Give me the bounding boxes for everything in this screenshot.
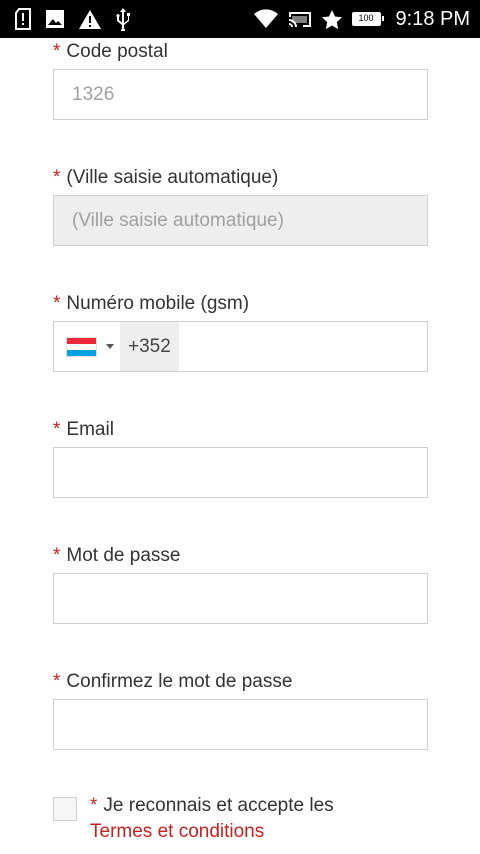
confirm-password-label: * Confirmez le mot de passe xyxy=(53,670,428,694)
confirm-password-label-text: Confirmez le mot de passe xyxy=(66,671,293,692)
required-marker: * xyxy=(53,167,61,188)
postal-code-label: * Code postal xyxy=(53,40,428,64)
city-label: * (Ville saisie automatique) xyxy=(53,166,428,190)
postal-code-field: * Code postal 1326 xyxy=(53,40,428,120)
terms-link[interactable]: Termes et conditions xyxy=(90,820,264,844)
email-input[interactable] xyxy=(53,447,428,498)
password-label: * Mot de passe xyxy=(53,544,428,568)
status-bar-left xyxy=(14,7,131,31)
required-marker: * xyxy=(90,795,98,816)
chevron-down-icon xyxy=(106,344,114,349)
terms-text: * Je reconnais et accepte les xyxy=(90,794,334,818)
city-field: * (Ville saisie automatique) (Ville saisi… xyxy=(53,166,428,246)
star-icon xyxy=(321,9,343,30)
battery-icon: 100 xyxy=(351,12,384,26)
required-marker: * xyxy=(53,671,61,692)
password-field: * Mot de passe xyxy=(53,544,428,624)
usb-icon xyxy=(115,7,131,31)
terms-text-label: Je reconnais et accepte les xyxy=(103,795,334,816)
required-marker: * xyxy=(53,419,61,440)
city-placeholder: (Ville saisie automatique) xyxy=(72,209,284,231)
city-label-text: (Ville saisie automatique) xyxy=(66,167,279,188)
postal-code-placeholder: 1326 xyxy=(72,83,115,105)
country-select[interactable] xyxy=(54,322,120,371)
required-marker: * xyxy=(53,545,61,566)
confirm-password-field: * Confirmez le mot de passe xyxy=(53,670,428,750)
dial-code: +352 xyxy=(120,322,179,371)
postal-code-label-text: Code postal xyxy=(66,41,168,62)
warning-icon xyxy=(78,9,102,30)
email-field: * Email xyxy=(53,418,428,498)
password-label-text: Mot de passe xyxy=(66,545,181,566)
mobile-label: * Numéro mobile (gsm) xyxy=(53,292,428,316)
sd-card-icon xyxy=(14,8,32,30)
email-label-text: Email xyxy=(66,419,114,440)
confirm-password-input[interactable] xyxy=(53,699,428,750)
email-label: * Email xyxy=(53,418,428,442)
mobile-input[interactable]: +352 xyxy=(53,321,428,372)
status-bar: 100 9:18 PM xyxy=(0,0,480,38)
cast-icon xyxy=(288,9,312,29)
mobile-field: * Numéro mobile (gsm) +352 xyxy=(53,292,428,372)
required-marker: * xyxy=(53,41,61,62)
postal-code-input[interactable]: 1326 xyxy=(53,69,428,120)
wifi-icon xyxy=(253,9,279,29)
image-icon xyxy=(45,9,65,29)
terms-checkbox[interactable] xyxy=(53,797,77,821)
city-input: (Ville saisie automatique) xyxy=(53,195,428,246)
clock: 9:18 PM xyxy=(395,7,470,30)
required-marker: * xyxy=(53,293,61,314)
mobile-label-text: Numéro mobile (gsm) xyxy=(66,293,250,314)
password-input[interactable] xyxy=(53,573,428,624)
status-bar-right: 100 9:18 PM xyxy=(253,8,470,31)
luxembourg-flag-icon xyxy=(66,336,97,357)
